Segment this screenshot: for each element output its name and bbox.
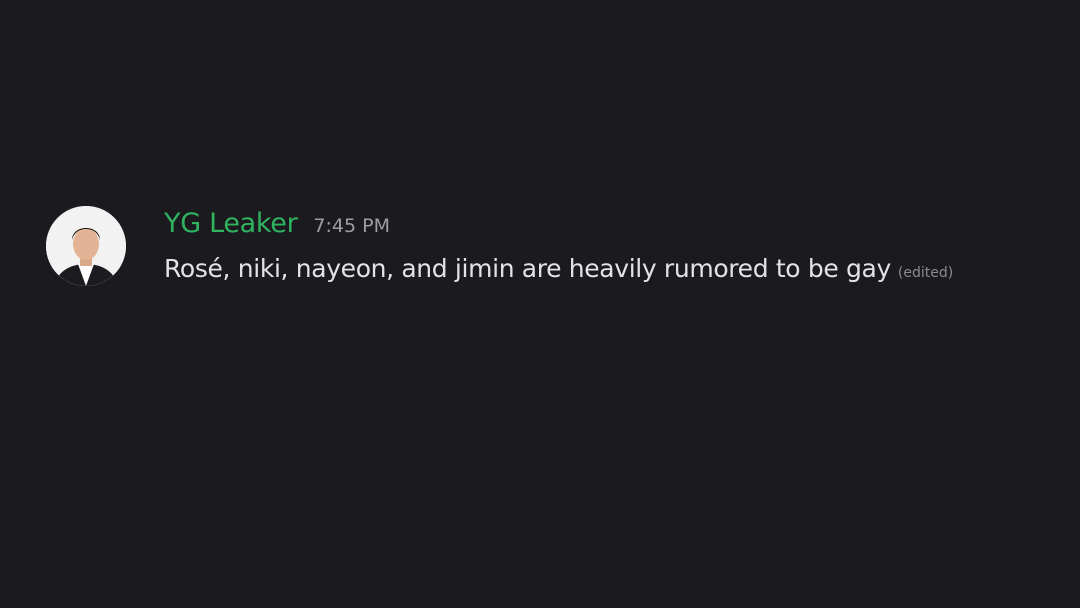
- edited-label: (edited): [897, 265, 954, 281]
- chat-message: YG Leaker 7:45 PM Rosé, niki, nayeon, an…: [46, 206, 953, 286]
- avatar-portrait-icon: [46, 206, 126, 286]
- message-timestamp[interactable]: 7:45 PM: [313, 215, 390, 237]
- message-header: YG Leaker 7:45 PM: [164, 208, 953, 246]
- message-content: YG Leaker 7:45 PM Rosé, niki, nayeon, an…: [164, 206, 953, 283]
- username[interactable]: YG Leaker: [164, 208, 298, 239]
- message-body: Rosé, niki, nayeon, and jimin are heavil…: [164, 254, 953, 283]
- chat-view: YG Leaker 7:45 PM Rosé, niki, nayeon, an…: [0, 0, 1080, 608]
- message-text: Rosé, niki, nayeon, and jimin are heavil…: [164, 254, 891, 283]
- user-avatar[interactable]: [46, 206, 126, 286]
